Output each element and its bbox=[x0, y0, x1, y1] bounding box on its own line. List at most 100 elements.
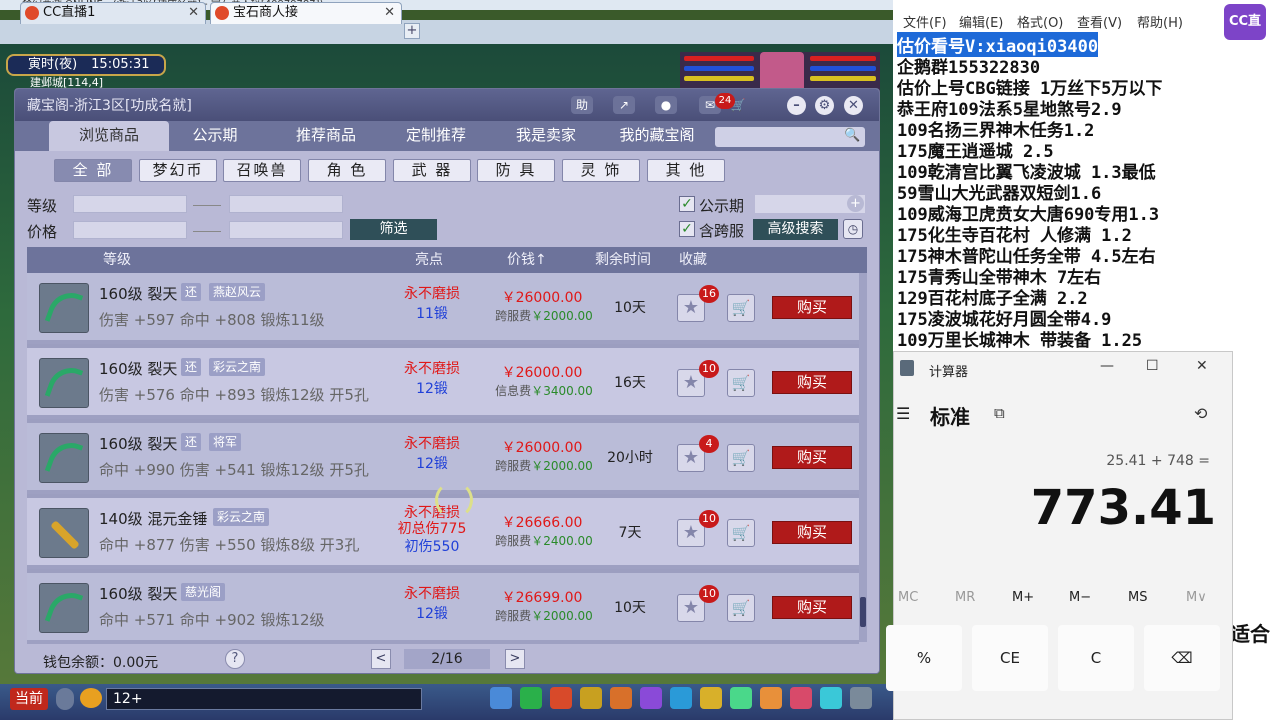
price-min-input[interactable] bbox=[73, 221, 187, 239]
memory-clear-button[interactable]: MC bbox=[898, 590, 918, 605]
team-icon[interactable] bbox=[580, 687, 602, 709]
help-icon[interactable]: ? bbox=[225, 649, 245, 669]
col-remaining[interactable]: 剩余时间 bbox=[595, 247, 651, 273]
item-name[interactable]: 140级 混元金锤 bbox=[99, 508, 207, 529]
item-name[interactable]: 160级 裂天 bbox=[99, 583, 177, 604]
item-name[interactable]: 160级 裂天 bbox=[99, 433, 177, 454]
kuafu-checkbox[interactable]: ✓ bbox=[679, 221, 695, 237]
shop-icon[interactable] bbox=[790, 687, 812, 709]
close-button[interactable]: ✕ bbox=[844, 96, 863, 115]
search-icon[interactable]: 🔍 bbox=[844, 128, 860, 143]
memory-subtract-button[interactable]: M− bbox=[1069, 590, 1091, 605]
category-coin[interactable]: 梦幻币 bbox=[139, 159, 217, 182]
friend-icon[interactable] bbox=[700, 687, 722, 709]
tab-seller[interactable]: 我是卖家 bbox=[503, 121, 589, 151]
level-min-input[interactable] bbox=[73, 195, 187, 213]
memory-recall-button[interactable]: MR bbox=[955, 590, 975, 605]
memory-add-button[interactable]: M+ bbox=[1012, 590, 1034, 605]
help-button[interactable]: 助 bbox=[571, 96, 593, 114]
category-weapon[interactable]: 武 器 bbox=[393, 159, 471, 182]
add-to-cart-icon[interactable]: 🛒 bbox=[727, 294, 755, 322]
guild-icon[interactable] bbox=[670, 687, 692, 709]
table-row[interactable]: 160级 裂天 还 彩云之南 伤害 +576 命中 +893 锻炼12级 开5孔… bbox=[27, 348, 859, 419]
table-row[interactable]: 160级 裂天 还 燕赵风云 伤害 +597 命中 +808 锻炼11级 永不磨… bbox=[27, 273, 859, 344]
window-maximize-button[interactable]: ☐ bbox=[1146, 358, 1159, 374]
menu-file[interactable]: 文件(F) bbox=[903, 12, 947, 31]
window-close-button[interactable]: ✕ bbox=[1196, 358, 1208, 374]
stop-icon[interactable]: ● bbox=[655, 96, 677, 114]
category-armor[interactable]: 防 具 bbox=[477, 159, 555, 182]
plus-icon[interactable]: + bbox=[847, 195, 864, 212]
hamburger-menu-icon[interactable]: ☰ bbox=[896, 404, 910, 423]
next-page-button[interactable]: > bbox=[505, 649, 525, 669]
scrollbar-thumb[interactable] bbox=[860, 597, 866, 627]
quest-icon[interactable] bbox=[640, 687, 662, 709]
col-level[interactable]: 等级 bbox=[103, 247, 131, 273]
new-tab-button[interactable]: + bbox=[404, 23, 420, 39]
buy-button[interactable]: 购买 bbox=[772, 446, 852, 469]
settings-button[interactable]: ⚙ bbox=[815, 96, 834, 115]
browser-tab-game[interactable]: 宝石商人接 ✕ bbox=[210, 2, 402, 24]
mic-icon[interactable] bbox=[56, 688, 74, 710]
pet-icon[interactable] bbox=[610, 687, 632, 709]
category-role[interactable]: 角 色 bbox=[308, 159, 386, 182]
blade-icon[interactable] bbox=[39, 358, 89, 408]
window-minimize-button[interactable]: — bbox=[1100, 358, 1114, 374]
browser-tab-cc[interactable]: CC直播1 ✕ bbox=[20, 2, 206, 24]
history-icon[interactable]: ⟲ bbox=[1194, 404, 1207, 423]
memory-list-button[interactable]: M∨ bbox=[1186, 590, 1207, 605]
share-icon[interactable]: ↗ bbox=[613, 96, 635, 114]
system-icon[interactable] bbox=[820, 687, 842, 709]
backspace-key[interactable]: ⌫ bbox=[1144, 625, 1220, 691]
blade-icon[interactable] bbox=[39, 283, 89, 333]
col-price[interactable]: 价钱↑ bbox=[507, 247, 547, 273]
map-icon[interactable] bbox=[730, 687, 752, 709]
bag-icon[interactable] bbox=[550, 687, 572, 709]
tab-recommend[interactable]: 推荐商品 bbox=[283, 121, 369, 151]
close-tab-icon[interactable]: ✕ bbox=[384, 3, 395, 23]
buy-button[interactable]: 购买 bbox=[772, 596, 852, 619]
tab-browse[interactable]: 浏览商品 bbox=[49, 121, 169, 151]
menu-edit[interactable]: 编辑(E) bbox=[959, 12, 1003, 31]
menu-view[interactable]: 查看(V) bbox=[1077, 12, 1122, 31]
buy-button[interactable]: 购买 bbox=[772, 371, 852, 394]
table-row[interactable]: 160级 裂天 慈光阁 命中 +571 命中 +902 锻炼12级 永不磨损 1… bbox=[27, 573, 859, 644]
category-other[interactable]: 其 他 bbox=[647, 159, 725, 182]
advanced-search-button[interactable]: 高级搜索 bbox=[753, 219, 838, 240]
emoji-icon[interactable] bbox=[80, 688, 102, 708]
category-ornament[interactable]: 灵 饰 bbox=[562, 159, 640, 182]
keep-on-top-icon[interactable]: ⧉ bbox=[994, 404, 1005, 422]
blade-icon[interactable] bbox=[39, 583, 89, 633]
clock-icon[interactable]: ◷ bbox=[843, 219, 863, 239]
blade-icon[interactable] bbox=[39, 433, 89, 483]
clear-key[interactable]: C bbox=[1058, 625, 1134, 691]
category-all[interactable]: 全 部 bbox=[54, 159, 132, 182]
prev-page-button[interactable]: < bbox=[371, 649, 391, 669]
search-input[interactable] bbox=[715, 127, 865, 147]
add-to-cart-icon[interactable]: 🛒 bbox=[727, 444, 755, 472]
gongshi-checkbox[interactable]: ✓ bbox=[679, 196, 695, 212]
tab-my-shop[interactable]: 我的藏宝阁 bbox=[607, 121, 707, 151]
filter-button[interactable]: 筛选 bbox=[350, 219, 437, 240]
percent-key[interactable]: % bbox=[886, 625, 962, 691]
price-max-input[interactable] bbox=[229, 221, 343, 239]
tab-custom[interactable]: 定制推荐 bbox=[393, 121, 479, 151]
settings-icon[interactable] bbox=[850, 687, 872, 709]
add-to-cart-icon[interactable]: 🛒 bbox=[727, 594, 755, 622]
item-name[interactable]: 160级 裂天 bbox=[99, 283, 177, 304]
list-scrollbar[interactable] bbox=[859, 273, 867, 642]
hammer-icon[interactable] bbox=[39, 508, 89, 558]
skill-icon[interactable] bbox=[520, 687, 542, 709]
buy-button[interactable]: 购买 bbox=[772, 296, 852, 319]
item-icon[interactable] bbox=[490, 687, 512, 709]
menu-help[interactable]: 帮助(H) bbox=[1137, 12, 1183, 31]
item-name[interactable]: 160级 裂天 bbox=[99, 358, 177, 379]
minimize-button[interactable]: – bbox=[787, 96, 806, 115]
close-tab-icon[interactable]: ✕ bbox=[188, 3, 199, 23]
level-max-input[interactable] bbox=[229, 195, 343, 213]
chat-input[interactable]: 12+ bbox=[106, 688, 422, 710]
menu-format[interactable]: 格式(O) bbox=[1017, 12, 1063, 31]
tab-gongshi[interactable]: 公示期 bbox=[175, 121, 255, 151]
clear-entry-key[interactable]: CE bbox=[972, 625, 1048, 691]
category-pet[interactable]: 召唤兽 bbox=[223, 159, 301, 182]
